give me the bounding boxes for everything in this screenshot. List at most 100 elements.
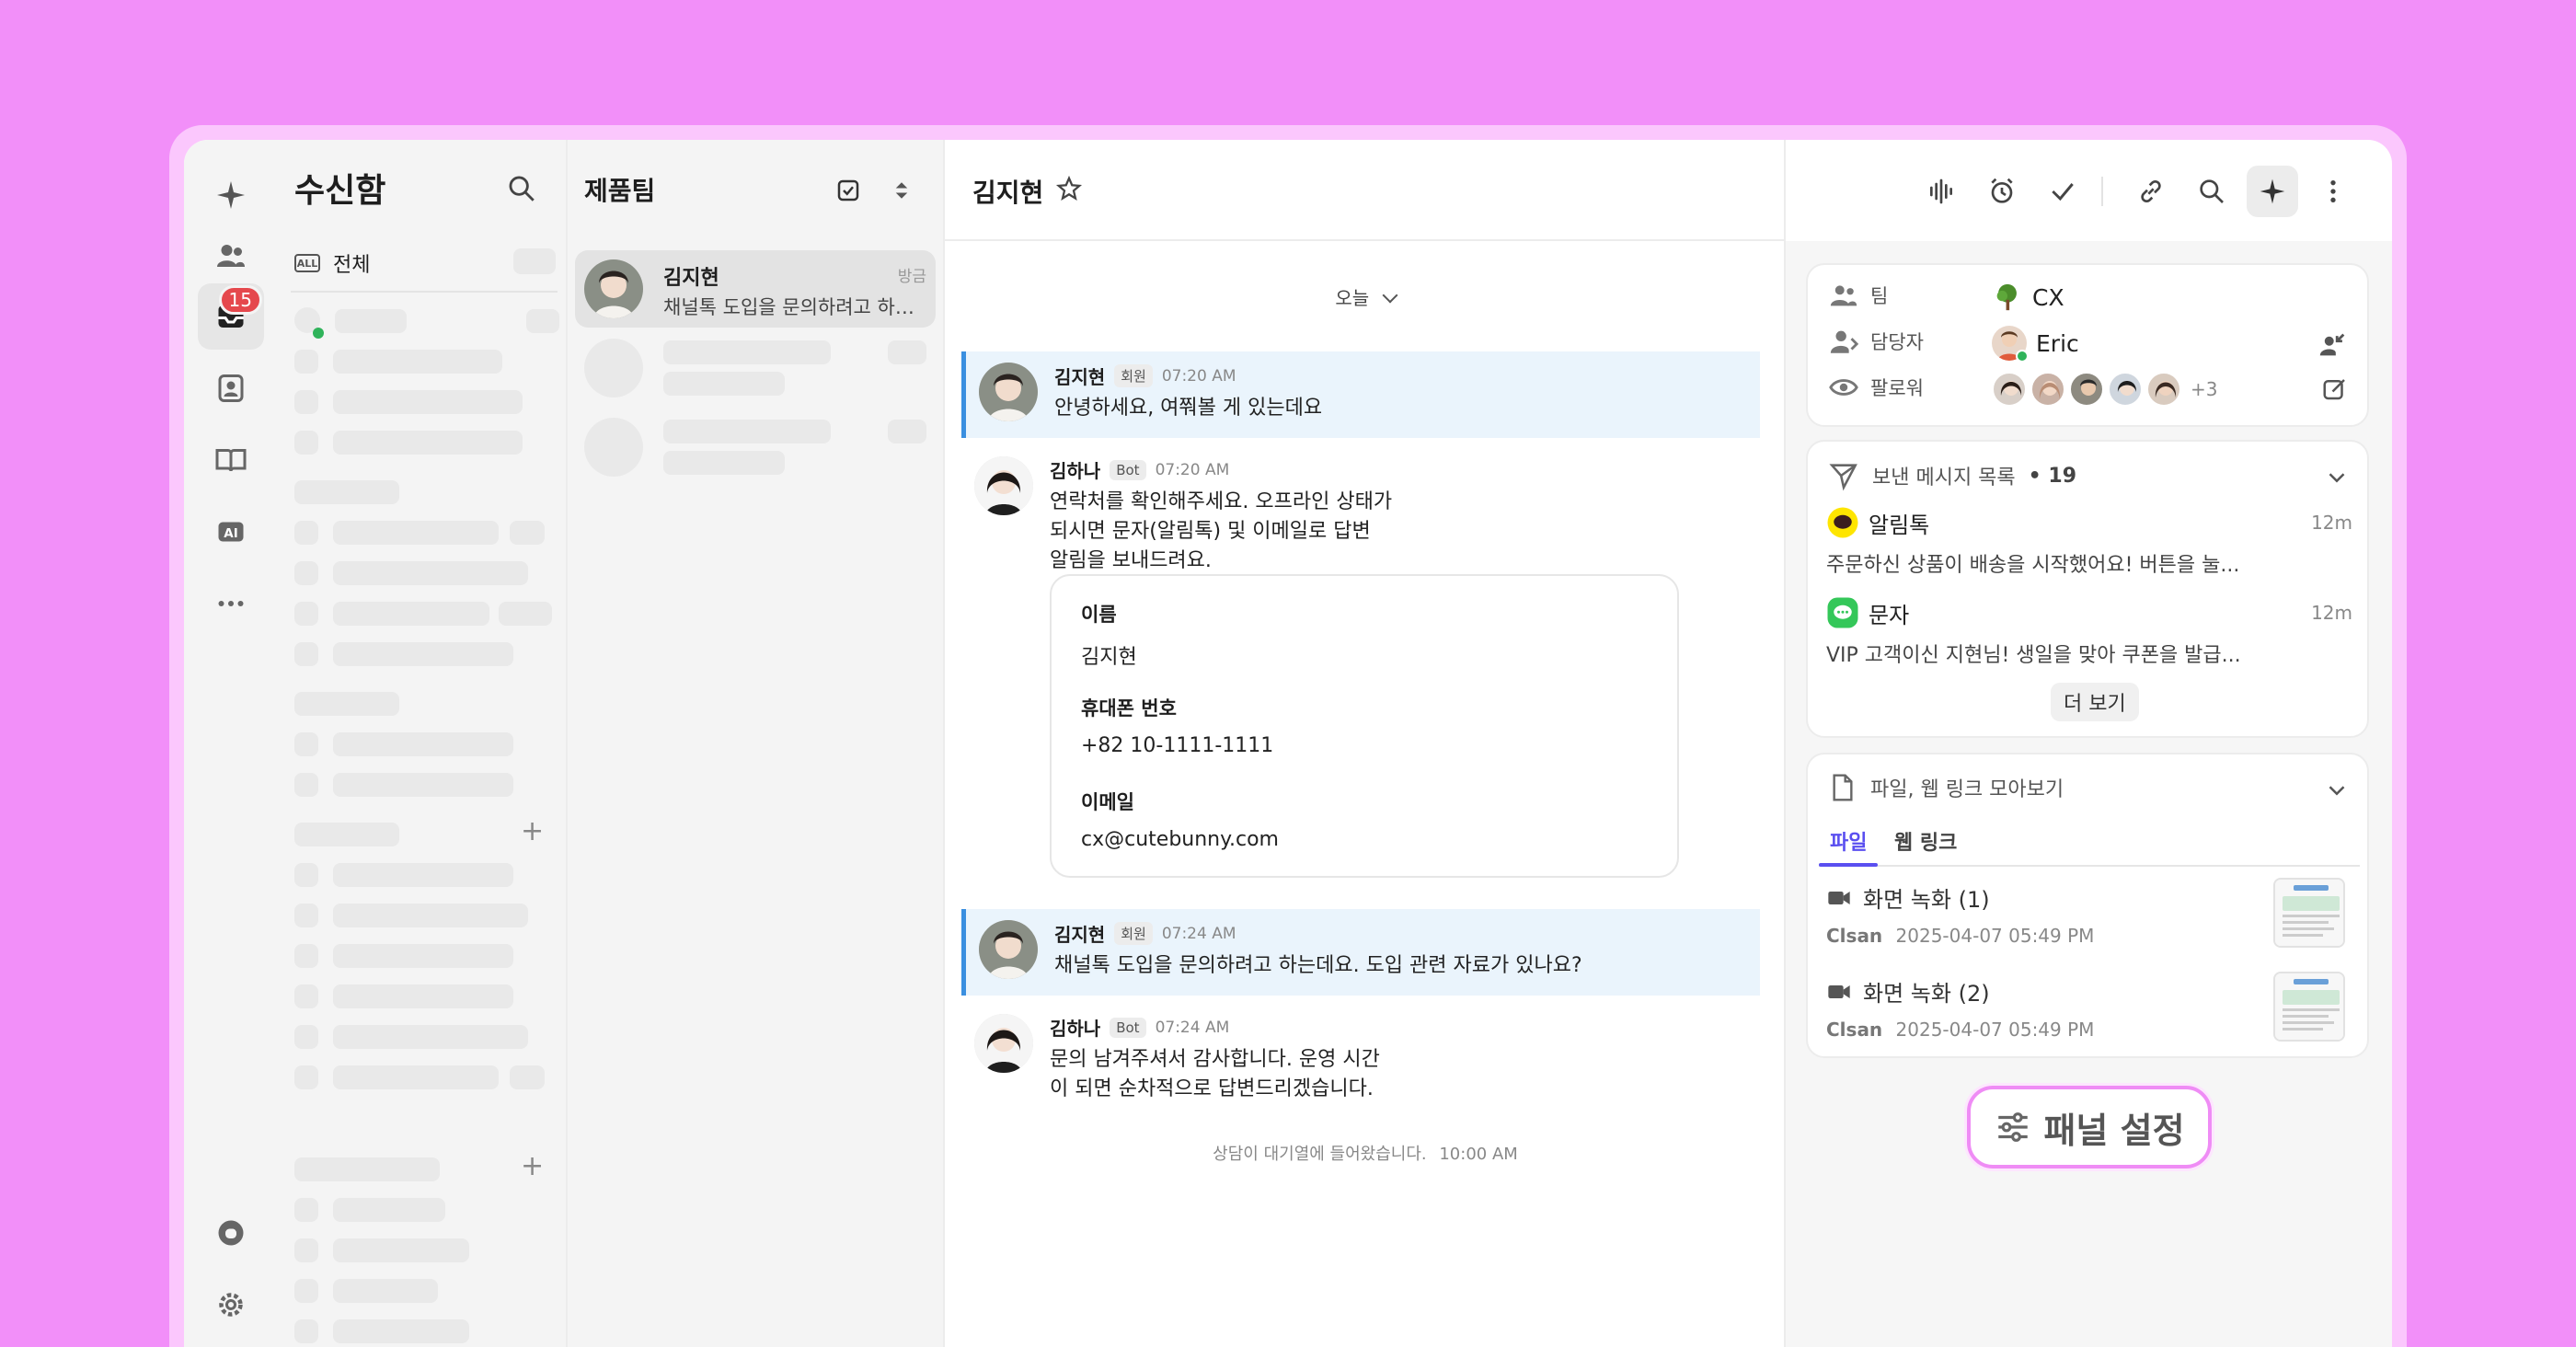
skeleton (333, 521, 499, 545)
date-separator[interactable]: 오늘 (945, 283, 1786, 310)
file-author: Clsan (1826, 1019, 1883, 1041)
skeleton (335, 309, 407, 333)
inbox-filter-all[interactable]: ALL 전체 (294, 248, 370, 278)
skeleton (333, 1198, 445, 1222)
skeleton (294, 431, 318, 455)
files-header[interactable]: 파일, 웹 링크 모아보기 (1828, 773, 2064, 802)
skeleton (333, 642, 513, 666)
skeleton (294, 350, 318, 374)
skeleton (333, 431, 523, 455)
skeleton (294, 1319, 318, 1343)
chat-title: 김지현 (972, 178, 1044, 208)
inbox-icon[interactable]: 15 (198, 283, 264, 350)
skeleton (294, 642, 318, 666)
team-value[interactable]: CX (1992, 282, 2064, 313)
sender-name: 김하나 (1050, 1018, 1101, 1040)
skeleton (333, 732, 513, 756)
more-icon[interactable] (198, 570, 264, 637)
add-icon[interactable]: + (521, 1150, 544, 1182)
card-name-value: 김지현 (1081, 646, 1137, 669)
ai-icon[interactable]: AI (198, 499, 264, 565)
panel-settings-button[interactable]: 패널 설정 (1967, 1086, 2212, 1169)
sent-message-item[interactable]: 알림톡 12m 주문하신 상품이 배송을 시작했어요! 버튼을 눌... (1826, 506, 2352, 578)
gear-icon[interactable] (198, 1272, 264, 1338)
sender-name: 김지현 (1054, 924, 1106, 946)
waveform-icon[interactable] (1915, 166, 1967, 217)
contact-icon[interactable] (198, 355, 264, 421)
checkbox-icon[interactable] (834, 177, 862, 204)
chat-header: 김지현 (945, 140, 1784, 241)
sort-icon[interactable] (888, 177, 915, 204)
unassign-icon[interactable] (2317, 329, 2349, 361)
skeleton (333, 1319, 469, 1343)
skeleton (294, 904, 318, 927)
file-item[interactable]: 화면 녹화 (2) Clsan 2025-04-07 05:49 PM (1826, 972, 2352, 1054)
skeleton (294, 1065, 318, 1089)
book-icon[interactable] (198, 427, 264, 493)
star-icon[interactable] (1055, 175, 1083, 202)
assignee-label: 담당자 (1870, 331, 1924, 353)
sent-messages-header[interactable]: 보낸 메시지 목록 • 19 (1828, 460, 2076, 491)
add-icon[interactable]: + (521, 815, 544, 847)
tab-files[interactable]: 파일 (1830, 826, 1867, 856)
link-icon[interactable] (2125, 166, 2177, 217)
all-icon: ALL (294, 254, 320, 272)
chevron-down-icon[interactable] (2323, 777, 2351, 804)
message-text: 문의 남겨주셔서 감사합니다. 운영 시간 이 되면 순차적으로 답변드리겠습니… (1050, 1048, 1380, 1100)
people-icon[interactable] (198, 223, 264, 289)
avatar (974, 456, 1033, 515)
card-email-label: 이메일 (1081, 791, 1134, 813)
assignee-value[interactable]: Eric (1992, 326, 2079, 363)
skeleton (294, 390, 318, 414)
skeleton (510, 1065, 545, 1089)
toolbar-divider (2101, 177, 2103, 206)
chat-bubble-icon[interactable] (198, 1200, 264, 1266)
search-icon[interactable] (2186, 166, 2237, 217)
followers-value[interactable]: +3 (1992, 372, 2217, 407)
edit-icon[interactable] (2321, 375, 2349, 403)
chat-message: 김지현 회원 07:20 AM 안녕하세요, 여쭤볼 게 있는데요 (961, 351, 1760, 438)
inbox-title: 수신함 (294, 172, 386, 210)
assignee-name: Eric (2036, 329, 2079, 357)
kebab-icon[interactable] (2307, 166, 2359, 217)
card-phone-label: 휴대폰 번호 (1081, 697, 1177, 720)
message-header: 김지현 회원 07:20 AM (1054, 363, 1236, 389)
chevron-down-icon[interactable] (2323, 464, 2351, 491)
skeleton (294, 1279, 318, 1303)
files-box: 파일, 웹 링크 모아보기 파일 웹 링크 화면 녹화 (1) Clsan 20… (1806, 753, 2369, 1058)
tab-weblinks[interactable]: 웹 링크 (1894, 826, 1957, 856)
assignee-row: 담당자 (1828, 326, 1924, 357)
skeleton (333, 1065, 499, 1089)
skeleton (510, 521, 545, 545)
file-icon (1833, 774, 1853, 801)
inbox-panel: 수신함 ALL 전체 + + (278, 140, 568, 1347)
file-item[interactable]: 화면 녹화 (1) Clsan 2025-04-07 05:49 PM (1826, 878, 2352, 961)
skeleton (294, 984, 318, 1008)
more-button[interactable]: 더 보기 (2051, 683, 2139, 721)
avatar (974, 1014, 1033, 1073)
message-header: 김하나 Bot 07:20 AM (1050, 456, 1229, 483)
avatar (2108, 372, 2143, 407)
check-icon[interactable] (2037, 166, 2088, 217)
alarm-icon[interactable] (1976, 166, 2028, 217)
sparkle-icon[interactable] (198, 162, 264, 228)
skeleton (663, 340, 831, 364)
avatar (2146, 372, 2181, 407)
sent-channel: 문자 (1869, 602, 1910, 628)
card-name-label: 이름 (1081, 604, 1117, 626)
search-icon[interactable] (506, 173, 537, 204)
side-panel: 팀 CX 담당자 Eric 팔로워 +3 보낸 메시지 목록 • 19 알림톡 … (1786, 241, 2392, 1347)
avatar (2069, 372, 2104, 407)
sent-time: 12m (2311, 602, 2352, 624)
active-tab-indicator (1819, 863, 1878, 867)
sender-tag: 회원 (1114, 364, 1153, 387)
system-message-text: 상담이 대기열에 들어왔습니다. (1213, 1145, 1427, 1164)
team-name: CX (2032, 283, 2064, 311)
sent-message-item[interactable]: 문자 12m VIP 고객이신 지현님! 생일을 맞아 쿠폰을 발급... (1826, 596, 2352, 668)
file-tabs: 파일 웹 링크 (1819, 819, 2360, 867)
sparkle-icon[interactable] (2247, 166, 2298, 217)
conversation-item[interactable]: 김지현 방금 채널톡 도입을 문의하려고 하는... (575, 250, 936, 328)
message-header: 김하나 Bot 07:24 AM (1050, 1014, 1229, 1041)
people-icon (1830, 285, 1857, 306)
file-name: 화면 녹화 (2) (1863, 981, 1990, 1007)
